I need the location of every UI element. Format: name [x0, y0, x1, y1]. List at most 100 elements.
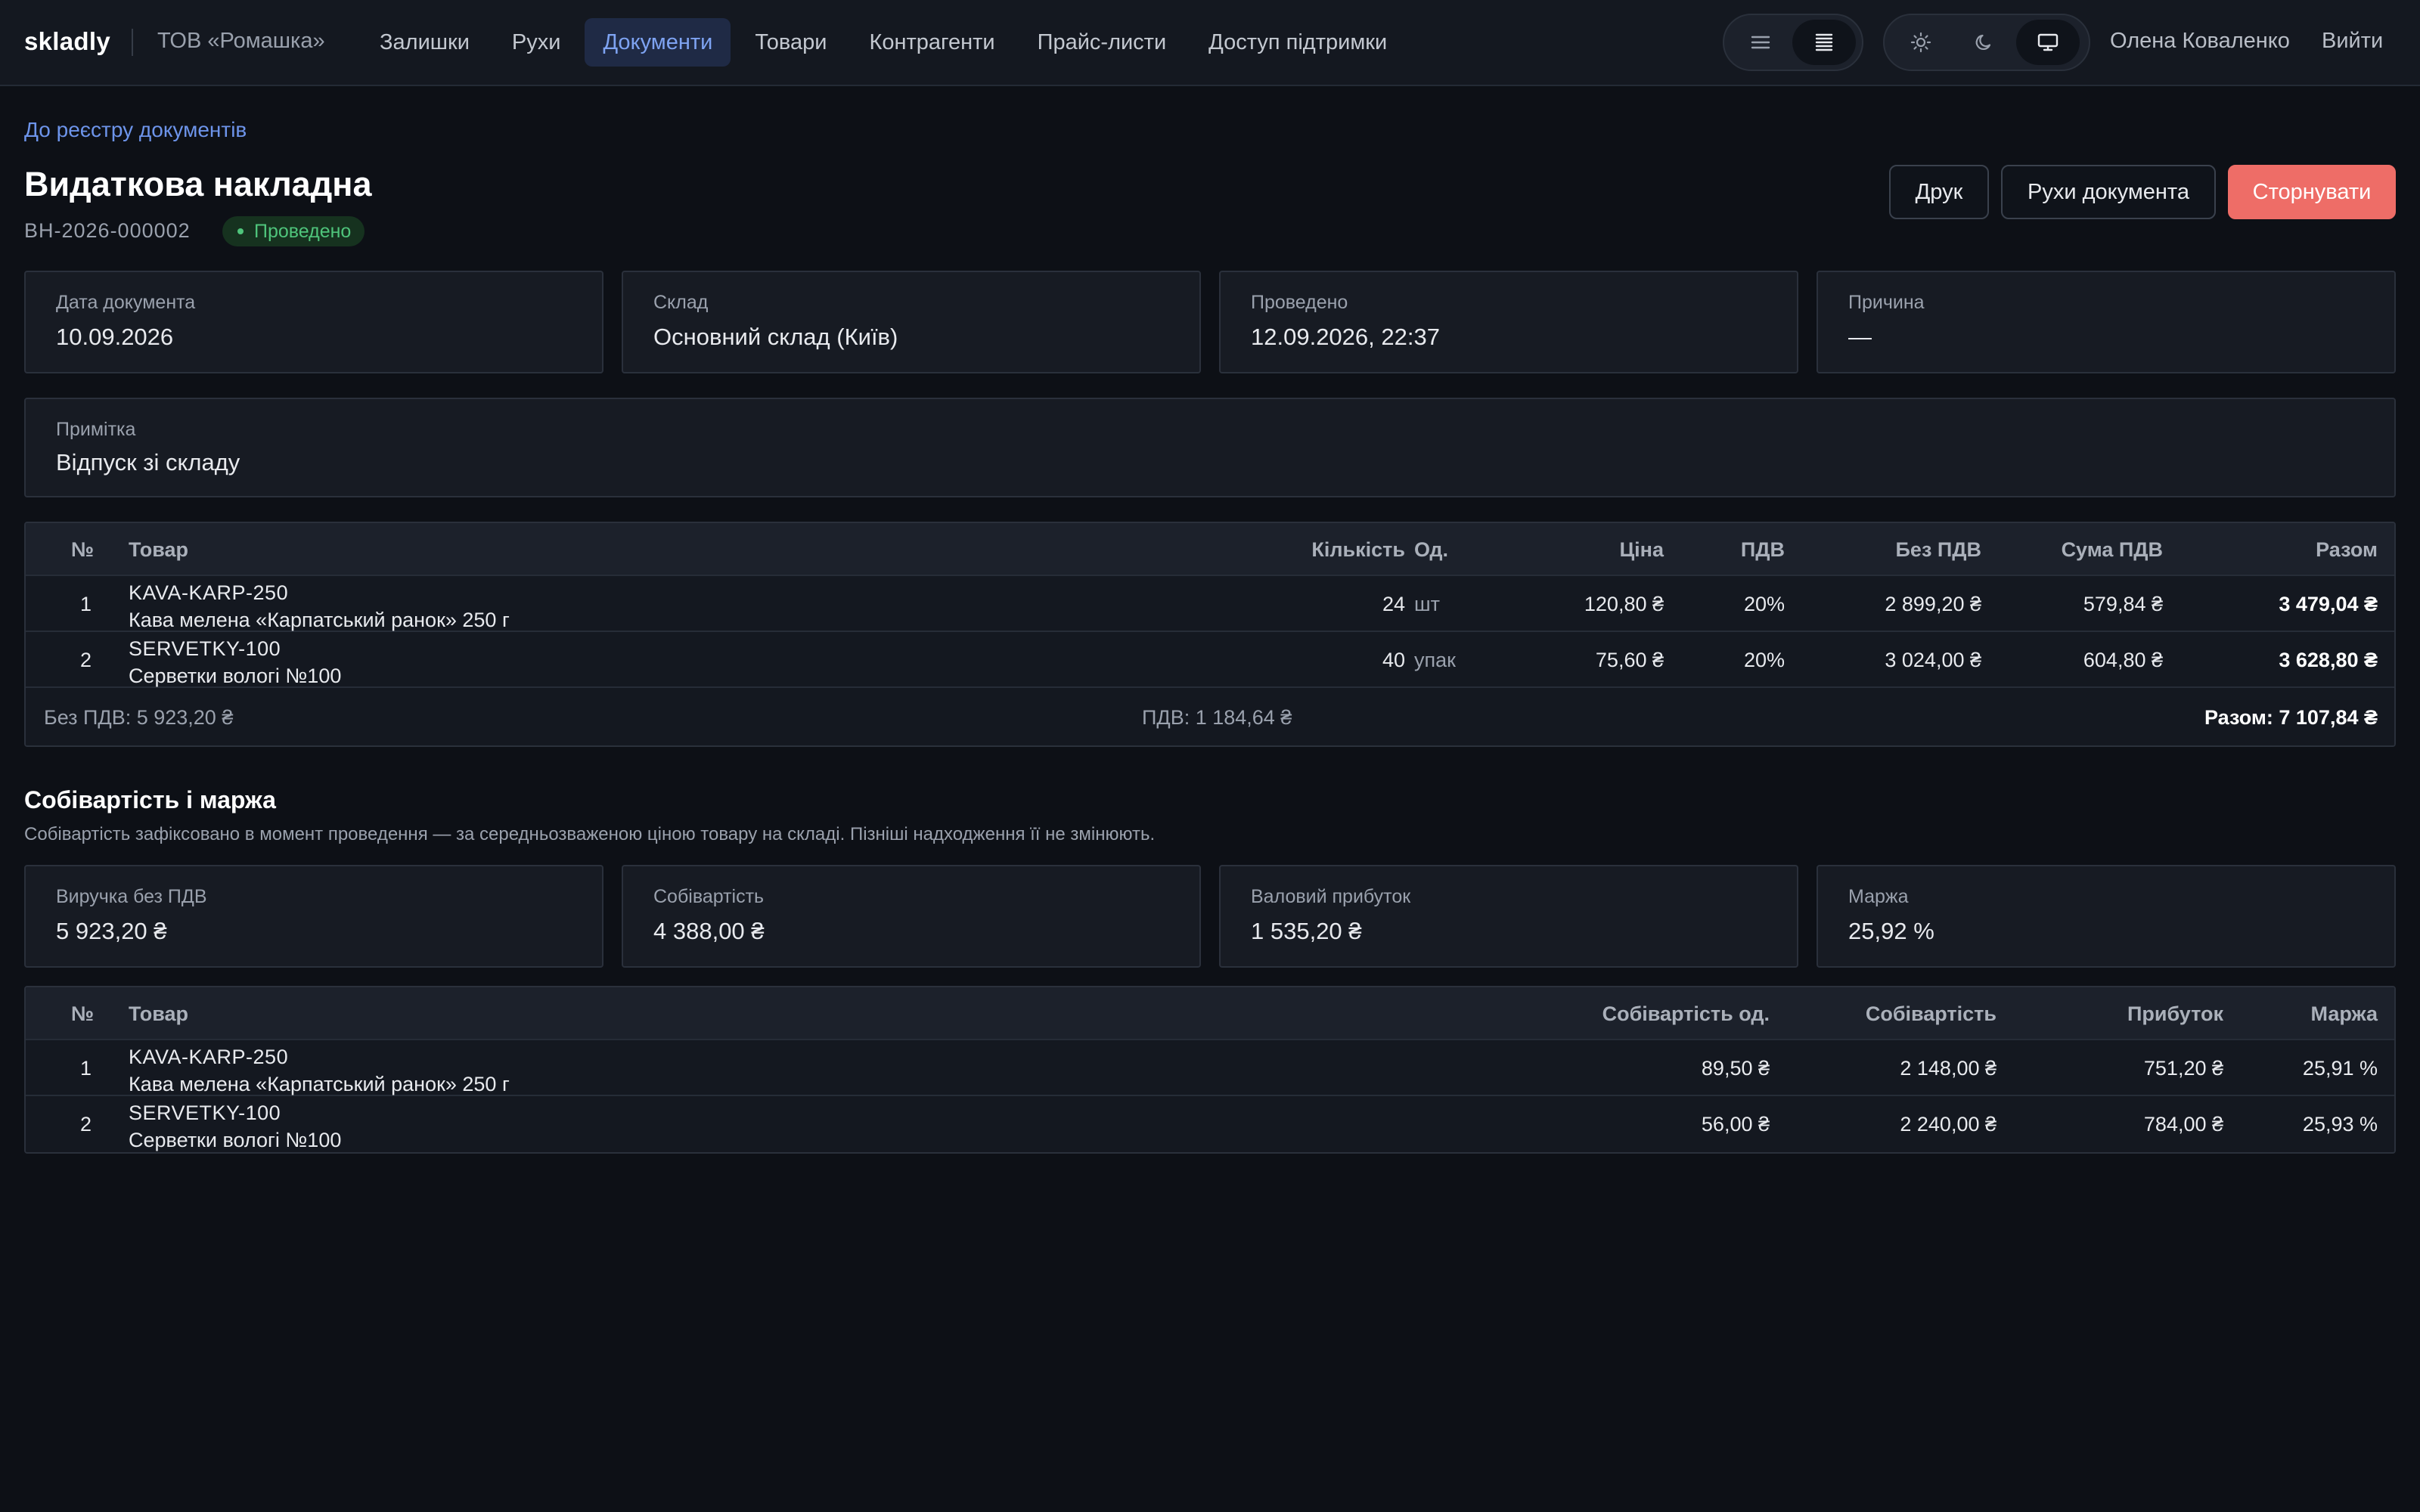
row-profit: 751,20 ₴: [2143, 1057, 2223, 1080]
row-margin: 25,91 %: [2302, 1057, 2378, 1080]
product-cell: KAVA-KARP-250 Кава мелена «Карпатський р…: [129, 579, 510, 634]
col-header-product: Товар: [129, 538, 189, 561]
product-name: Серветки вологі №100: [129, 1129, 342, 1151]
theme-dark-button[interactable]: [1953, 20, 2016, 65]
organization-name: ТОВ «Ромашка»: [157, 29, 325, 53]
page-title: Видаткова накладна: [24, 165, 372, 203]
col-header-vat: ПДВ: [1740, 538, 1785, 561]
brand-divider: [132, 29, 133, 56]
product-name: Серветки вологі №100: [129, 665, 342, 687]
note-value: Відпуск зі складу: [56, 449, 240, 476]
col-header-qty: Кількість: [1311, 538, 1405, 561]
table-row[interactable]: 2 SERVETKY-100 Серветки вологі №100 40 у…: [26, 632, 2394, 688]
row-vat-sum: 604,80 ₴: [2083, 649, 2163, 671]
document-movements-button[interactable]: Рухи документа: [2001, 165, 2216, 219]
info-card-posted: Проведено 12.09.2026, 22:37: [1219, 271, 1798, 373]
info-card-label: Дата документа: [56, 292, 196, 313]
col-header-no: №: [71, 1002, 95, 1025]
metric-card-value: 25,92 %: [1848, 918, 1934, 944]
brand-logo[interactable]: skladly: [24, 27, 110, 56]
top-navbar: skladly ТОВ «Ромашка» Залишки Рухи Докум…: [0, 0, 2420, 86]
product-sku: KAVA-KARP-250: [129, 581, 289, 604]
col-header-cost: Собівартість: [1865, 1002, 1996, 1025]
metric-card-label: Валовий прибуток: [1251, 886, 1411, 907]
status-badge: Проведено: [222, 216, 365, 246]
metric-card-label: Собівартість: [653, 886, 765, 907]
col-header-price: Ціна: [1619, 538, 1664, 561]
cost-table: № Товар Собівартість од. Собівартість Пр…: [24, 986, 2396, 1154]
footer-total: Разом: 7 107,84 ₴: [2204, 706, 2378, 729]
col-header-unit: Од.: [1414, 538, 1448, 561]
density-dense-button[interactable]: [1792, 20, 1856, 65]
logout-link[interactable]: Вийти: [2322, 29, 2383, 54]
nav-item-stock[interactable]: Залишки: [361, 18, 488, 67]
col-header-net: Без ПДВ: [1895, 538, 1981, 561]
table-row[interactable]: 1 KAVA-KARP-250 Кава мелена «Карпатський…: [26, 576, 2394, 632]
nav-item-counterparties[interactable]: Контрагенти: [851, 18, 1013, 67]
row-price: 75,60 ₴: [1595, 649, 1664, 671]
row-profit: 784,00 ₴: [2143, 1113, 2223, 1136]
density-compact-button[interactable]: [1729, 20, 1792, 65]
info-card-value: Основний склад (Київ): [653, 324, 898, 350]
back-to-registry-link[interactable]: До реєстру документів: [24, 118, 247, 142]
monitor-icon: [2037, 33, 2059, 51]
row-no: 1: [80, 1057, 92, 1080]
metric-card-margin: Маржа 25,92 %: [1817, 865, 2396, 968]
row-no: 1: [80, 593, 92, 615]
row-unit: упак: [1414, 649, 1456, 671]
col-header-vat-sum: Сума ПДВ: [2061, 538, 2163, 561]
theme-system-button[interactable]: [2016, 20, 2080, 65]
sun-icon: [1910, 32, 1931, 53]
metric-card-revenue: Виручка без ПДВ 5 923,20 ₴: [24, 865, 603, 968]
status-dot-icon: [237, 228, 244, 234]
nav-item-movements[interactable]: Рухи: [494, 18, 579, 67]
nav-item-documents[interactable]: Документи: [585, 18, 731, 67]
nav-item-price-lists[interactable]: Прайс-листи: [1019, 18, 1185, 67]
list-compact-icon: [1751, 36, 1770, 49]
table-row[interactable]: 2 SERVETKY-100 Серветки вологі №100 56,0…: [26, 1096, 2394, 1152]
metric-card-value: 4 388,00 ₴: [653, 918, 765, 944]
metric-card-value: 5 923,20 ₴: [56, 918, 167, 944]
note-card: Примітка Відпуск зі складу: [24, 398, 2396, 497]
table-row[interactable]: 1 KAVA-KARP-250 Кава мелена «Карпатський…: [26, 1040, 2394, 1096]
nav-item-products[interactable]: Товари: [737, 18, 845, 67]
info-card-label: Причина: [1848, 292, 1925, 313]
row-unit-cost: 89,50 ₴: [1701, 1057, 1770, 1080]
user-name[interactable]: Олена Коваленко: [2110, 29, 2290, 54]
info-card-value: 10.09.2026: [56, 324, 174, 350]
list-dense-icon: [1815, 33, 1833, 51]
metric-card-label: Виручка без ПДВ: [56, 886, 207, 907]
theme-light-button[interactable]: [1889, 20, 1953, 65]
product-sku: KAVA-KARP-250: [129, 1046, 289, 1068]
row-net: 3 024,00 ₴: [1885, 649, 1981, 671]
row-qty: 24: [1382, 593, 1405, 615]
row-no: 2: [80, 649, 92, 671]
row-net: 2 899,20 ₴: [1885, 593, 1981, 615]
product-cell: SERVETKY-100 Серветки вологі №100: [129, 1099, 342, 1152]
info-card-label: Проведено: [1251, 292, 1348, 313]
cost-section-title: Собівартість і маржа: [24, 786, 276, 813]
info-card-label: Склад: [653, 292, 709, 313]
table-footer-row: Без ПДВ: 5 923,20 ₴ ПДВ: 1 184,64 ₴ Разо…: [26, 688, 2394, 745]
nav-item-support-access[interactable]: Доступ підтримки: [1190, 18, 1405, 67]
status-text: Проведено: [254, 220, 352, 242]
footer-net: Без ПДВ: 5 923,20 ₴: [44, 706, 234, 729]
row-no: 2: [80, 1113, 92, 1136]
product-name: Кава мелена «Карпатський ранок» 250 г: [129, 1073, 510, 1095]
row-total: 3 479,04 ₴: [2279, 593, 2378, 615]
product-cell: KAVA-KARP-250 Кава мелена «Карпатський р…: [129, 1043, 510, 1098]
print-button[interactable]: Друк: [1889, 165, 1989, 219]
info-card-warehouse: Склад Основний склад (Київ): [622, 271, 1201, 373]
col-header-total: Разом: [2316, 538, 2378, 561]
metric-card-label: Маржа: [1848, 886, 1909, 907]
table-header-row: № Товар Собівартість од. Собівартість Пр…: [26, 987, 2394, 1040]
product-name: Кава мелена «Карпатський ранок» 250 г: [129, 609, 510, 631]
density-toggle: [1723, 14, 1863, 71]
col-header-no: №: [71, 538, 95, 561]
row-vat-sum: 579,84 ₴: [2083, 593, 2163, 615]
col-header-profit: Прибуток: [2127, 1002, 2223, 1025]
moon-icon: [1975, 34, 1991, 50]
product-cell: SERVETKY-100 Серветки вологі №100: [129, 635, 341, 689]
reverse-button[interactable]: Сторнувати: [2228, 165, 2396, 219]
col-header-product: Товар: [129, 1002, 189, 1025]
